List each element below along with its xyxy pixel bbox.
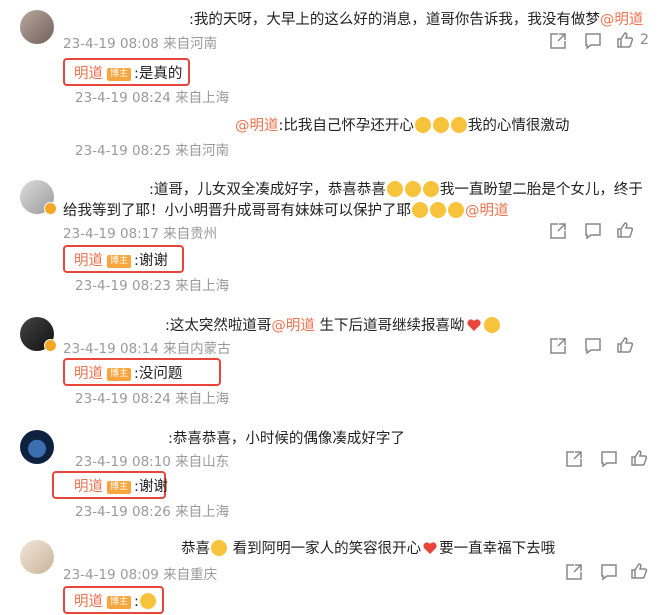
crying-emoji-icon	[432, 117, 449, 133]
reply-author[interactable]: 明道	[74, 594, 103, 610]
comment-icon[interactable]	[600, 450, 618, 468]
share-icon[interactable]	[565, 563, 583, 581]
comment-time: 23-4-19 08:10 来自山东	[75, 454, 230, 470]
comment-icon[interactable]	[584, 32, 602, 50]
reply-time: 23-4-19 08:24 来自上海	[75, 391, 230, 407]
reply-line: 明道 博主:谢谢	[74, 475, 168, 496]
verified-badge-icon	[44, 202, 57, 215]
celebrate-emoji-icon	[422, 181, 439, 197]
share-icon[interactable]	[549, 222, 567, 240]
reply-author[interactable]: 明道	[74, 66, 103, 82]
comment-time: 23-4-19 08:09 来自重庆	[63, 567, 218, 583]
comment-icon[interactable]	[584, 222, 602, 240]
avatar[interactable]	[20, 10, 54, 44]
avatar[interactable]	[20, 430, 54, 464]
avatar[interactable]	[20, 540, 54, 574]
mention-link[interactable]: @明道	[271, 318, 315, 334]
celebrate-emoji-icon	[386, 181, 403, 197]
party-popper-icon	[211, 540, 227, 556]
share-icon[interactable]	[549, 32, 567, 50]
comment-time: 23-4-19 08:17 来自贵州	[63, 226, 218, 242]
shocked-emoji-icon	[483, 317, 500, 333]
comment-icon[interactable]	[584, 337, 602, 355]
reply-line: @明道:比我自己怀孕还开心 我的心情很激动	[235, 117, 570, 134]
thumbs-up-icon[interactable]	[630, 562, 648, 580]
comment-text: :我的天呀，大早上的这么好的消息，道哥你告诉我，我没有做梦@明道	[189, 12, 644, 28]
reply-text: :谢谢	[134, 479, 168, 495]
reply-line: 明道 博主:是真的	[74, 62, 182, 83]
comment-text: 恭喜 看到阿明一家人的笑容很开心 要一直幸福下去哦	[181, 540, 556, 557]
like-count: 2	[640, 32, 649, 48]
reply-author[interactable]: 明道	[74, 366, 103, 382]
reply-text: :谢谢	[134, 253, 168, 269]
reply-line: 明道 博主:没问题	[74, 362, 182, 383]
heart-emoji-icon	[422, 540, 438, 556]
comment-text: :这太突然啦道哥@明道 生下后道哥继续报喜呦	[165, 314, 501, 335]
verified-badge-icon	[44, 339, 57, 352]
comment-text: :恭喜恭喜，小时候的偶像凑成好字了	[168, 431, 405, 447]
blogger-badge: 博主	[107, 481, 132, 494]
smile-emoji-icon	[448, 202, 464, 218]
smile-emoji-icon	[430, 202, 446, 218]
reply-time: 23-4-19 08:24 来自上海	[75, 90, 230, 106]
share-icon[interactable]	[565, 450, 583, 468]
thumbs-up-icon[interactable]	[616, 336, 634, 354]
comment-time: 23-4-19 08:14 来自内蒙古	[63, 341, 231, 357]
thumbs-up-icon[interactable]	[630, 449, 648, 467]
heart-emoji-icon	[466, 317, 482, 333]
reply-author[interactable]: 明道	[74, 253, 103, 269]
blogger-badge: 博主	[107, 68, 132, 81]
mention-link[interactable]: @明道	[235, 118, 279, 134]
reply-text: :	[134, 594, 139, 610]
reply-time: 23-4-19 08:26 来自上海	[75, 504, 230, 520]
crying-emoji-icon	[450, 117, 467, 133]
thumbs-up-icon[interactable]	[616, 31, 634, 49]
share-icon[interactable]	[549, 337, 567, 355]
blogger-badge: 博主	[107, 596, 132, 609]
mention-link[interactable]: @明道	[465, 203, 509, 219]
reply-time: 23-4-19 08:25 来自河南	[75, 143, 230, 159]
crying-emoji-icon	[414, 117, 431, 133]
blogger-badge: 博主	[107, 368, 132, 381]
reply-author[interactable]: 明道	[74, 479, 103, 495]
reply-text: :没问题	[134, 366, 183, 382]
comment-time: 23-4-19 08:08 来自河南	[63, 36, 218, 52]
reply-line: 明道 博主:谢谢	[74, 249, 168, 270]
celebrate-emoji-icon	[404, 181, 421, 197]
mention-link[interactable]: @明道	[600, 12, 644, 28]
comment-icon[interactable]	[600, 563, 618, 581]
reply-line: 明道 博主:	[74, 590, 157, 611]
reply-time: 23-4-19 08:23 来自上海	[75, 278, 230, 294]
comment-text: :道哥，儿女双全凑成好字，恭喜恭喜 我一直盼望二胎是个女儿，终于	[149, 181, 643, 198]
ok-hand-emoji-icon	[139, 593, 156, 609]
smile-emoji-icon	[412, 202, 428, 218]
reply-text: :是真的	[134, 66, 183, 82]
blogger-badge: 博主	[107, 255, 132, 268]
comment-text: 给我等到了耶！小小明晋升成哥哥有妹妹可以保护了耶 @明道	[63, 202, 509, 219]
thumbs-up-icon[interactable]	[616, 221, 634, 239]
